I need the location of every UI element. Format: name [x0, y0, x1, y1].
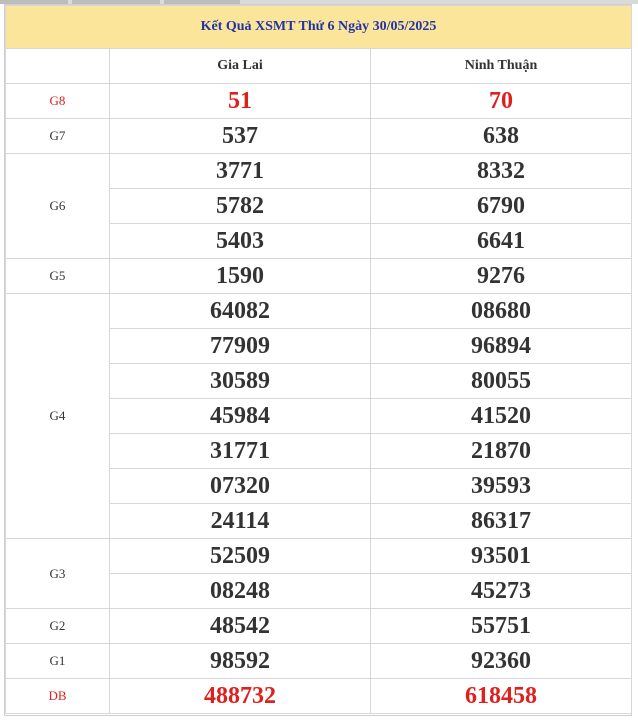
result-number: 98592: [109, 643, 371, 679]
prize-row-g1: G1 98592 92360: [5, 643, 632, 679]
prize-row-g4: G4 64082 08680: [5, 293, 632, 539]
result-number: 08680: [370, 293, 632, 329]
prize-row-g7: G7 537 638: [5, 118, 632, 154]
result-number: 39593: [370, 468, 632, 504]
lottery-results-table: Kết Quả XSMT Thứ 6 Ngày 30/05/2025 Gia L…: [5, 5, 632, 714]
result-number: 45984: [109, 398, 371, 434]
result-number: 5403: [109, 223, 371, 259]
header-row: Gia Lai Ninh Thuận: [5, 48, 632, 84]
result-number: 93501: [370, 538, 632, 574]
prize-label: G5: [5, 258, 110, 294]
result-number: 24114: [109, 503, 371, 539]
prize-row-g2: G2 48542 55751: [5, 608, 632, 644]
result-number: 31771: [109, 433, 371, 469]
result-number: 8332: [370, 153, 632, 189]
result-number: 5782: [109, 188, 371, 224]
province-header-ninh-thuan: Ninh Thuận: [370, 48, 632, 84]
result-number: 77909: [109, 328, 371, 364]
prize-row-g6: G6 3771 8332: [5, 153, 632, 259]
prize-label: G3: [5, 538, 110, 609]
result-number: 70: [370, 83, 632, 119]
result-number: 3771: [109, 153, 371, 189]
result-number: 52509: [109, 538, 371, 574]
result-number: 537: [109, 118, 371, 154]
prize-row-g5: G5 1590 9276: [5, 258, 632, 294]
result-number: 30589: [109, 363, 371, 399]
result-number: 51: [109, 83, 371, 119]
result-number: 64082: [109, 293, 371, 329]
result-number: 41520: [370, 398, 632, 434]
prize-label: DB: [5, 678, 110, 714]
results-title: Kết Quả XSMT Thứ 6 Ngày 30/05/2025: [5, 5, 632, 49]
result-number: 6790: [370, 188, 632, 224]
result-number: 1590: [109, 258, 371, 294]
prize-column-header: [5, 48, 110, 84]
result-number: 6641: [370, 223, 632, 259]
prize-row-db: DB 488732 618458: [5, 678, 632, 714]
result-number: 48542: [109, 608, 371, 644]
result-number: 9276: [370, 258, 632, 294]
result-number: 21870: [370, 433, 632, 469]
result-number: 45273: [370, 573, 632, 609]
result-number: 96894: [370, 328, 632, 364]
result-number: 86317: [370, 503, 632, 539]
prize-label: G4: [5, 293, 110, 539]
result-number: 07320: [109, 468, 371, 504]
prize-row-g8: G8 51 70: [5, 83, 632, 119]
title-row: Kết Quả XSMT Thứ 6 Ngày 30/05/2025: [5, 5, 632, 49]
prize-row-g3: G3 52509 93501: [5, 538, 632, 609]
result-number: 55751: [370, 608, 632, 644]
prize-label: G8: [5, 83, 110, 119]
result-number: 638: [370, 118, 632, 154]
prize-label: G1: [5, 643, 110, 679]
prize-label: G2: [5, 608, 110, 644]
prize-label: G7: [5, 118, 110, 154]
result-number: 92360: [370, 643, 632, 679]
result-number: 488732: [109, 678, 371, 714]
prize-label: G6: [5, 153, 110, 259]
result-number: 80055: [370, 363, 632, 399]
result-number: 08248: [109, 573, 371, 609]
result-number: 618458: [370, 678, 632, 714]
province-header-gia-lai: Gia Lai: [109, 48, 371, 84]
